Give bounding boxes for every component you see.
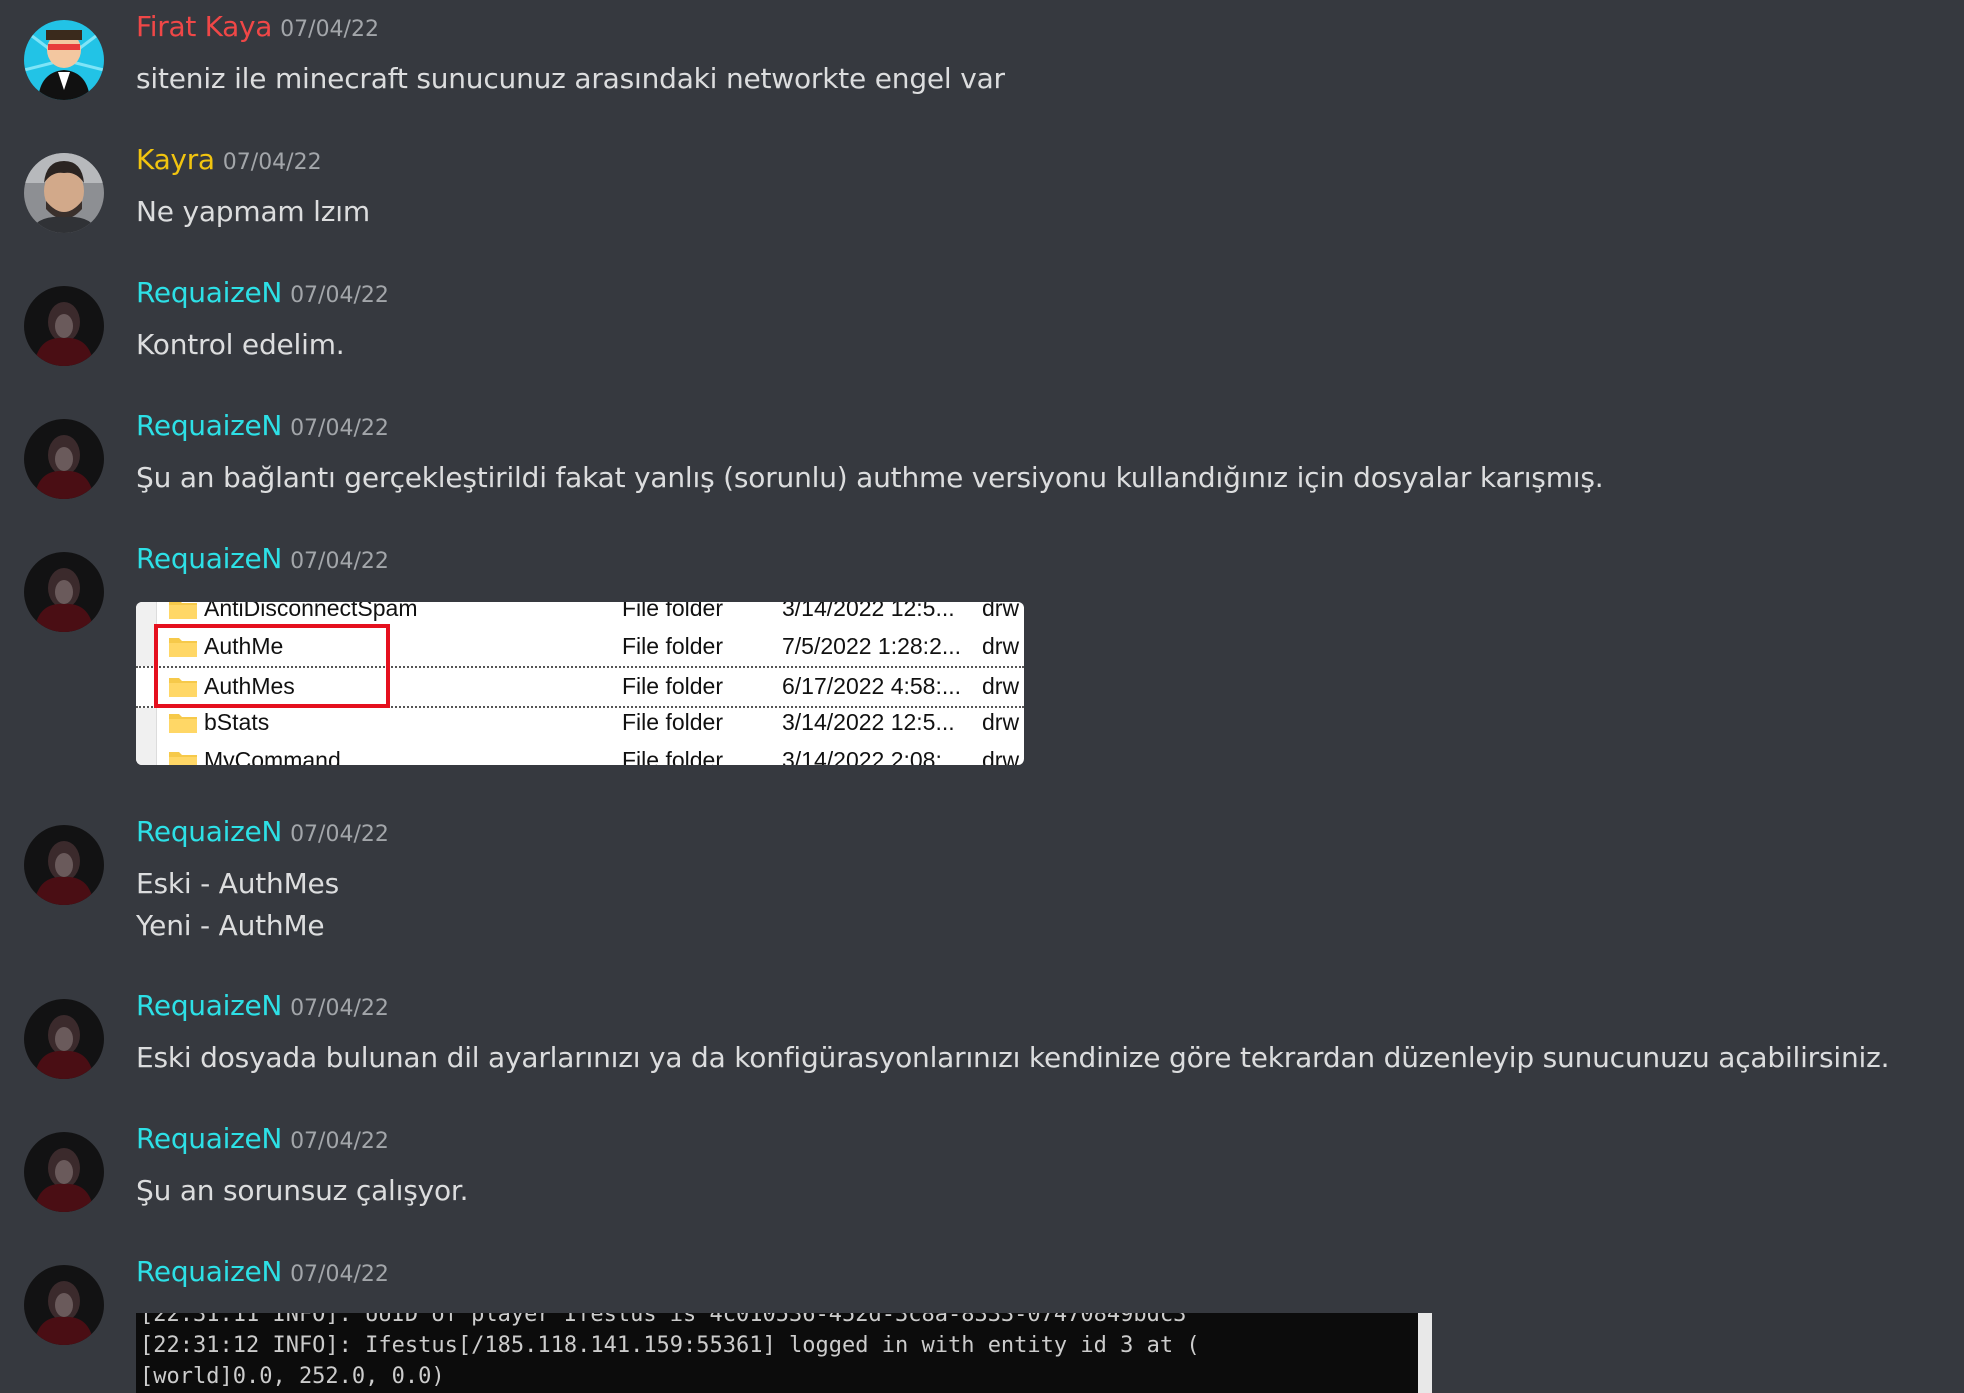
message-text: Eski dosyada bulunan dil ayarlarınızı ya… — [136, 1041, 1890, 1074]
highlight-box — [154, 624, 390, 708]
file-permissions: drw — [982, 709, 1020, 735]
avatar[interactable] — [24, 552, 104, 632]
file-permissions: drw — [982, 602, 1020, 621]
avatar[interactable] — [24, 999, 104, 1079]
message-line: Eski - AuthMes — [136, 867, 339, 900]
timestamp: 07/04/22 — [290, 549, 389, 574]
image-attachment-console[interactable]: [22:31:11 INFO]: UUID of player Ifestus … — [136, 1313, 1432, 1393]
avatar[interactable] — [24, 20, 104, 100]
file-type: File folder — [622, 747, 723, 765]
timestamp: 07/04/22 — [290, 1129, 389, 1154]
timestamp: 07/04/22 — [290, 996, 389, 1021]
timestamp: 07/04/22 — [290, 822, 389, 847]
file-date: 7/5/2022 1:28:2... — [782, 633, 962, 659]
message-text: Şu an bağlantı gerçekleştirildi fakat ya… — [136, 461, 1604, 494]
message-line: Yeni - AuthMe — [136, 909, 325, 942]
author-name[interactable]: Firat Kaya — [136, 10, 272, 43]
avatar[interactable] — [24, 1132, 104, 1212]
file-date: 3/14/2022 12:5... — [782, 602, 955, 621]
timestamp: 07/04/22 — [280, 17, 379, 42]
file-date: 3/14/2022 12:5... — [782, 709, 955, 735]
folder-icon — [169, 602, 197, 619]
file-permissions: drw — [982, 673, 1020, 699]
file-type: File folder — [622, 602, 723, 621]
message-text: Ne yapmam lzım — [136, 195, 370, 228]
console-line: [world]0.0, 252.0, 0.0) — [140, 1364, 445, 1389]
author-name[interactable]: RequaizeN — [136, 276, 282, 309]
avatar[interactable] — [24, 825, 104, 905]
file-permissions: drw — [982, 633, 1020, 659]
timestamp: 07/04/22 — [290, 1262, 389, 1287]
message-header: RequaizeN 07/04/22 — [136, 542, 389, 575]
author-name[interactable]: Kayra — [136, 143, 215, 176]
file-type: File folder — [622, 709, 723, 735]
author-name[interactable]: RequaizeN — [136, 1122, 282, 1155]
author-name[interactable]: RequaizeN — [136, 989, 282, 1022]
author-name[interactable]: RequaizeN — [136, 815, 282, 848]
file-name: MyCommand — [204, 747, 341, 765]
message-header: RequaizeN 07/04/22 — [136, 409, 389, 442]
message-text: Kontrol edelim. — [136, 328, 345, 361]
file-date: 3/14/2022 2:08:... — [782, 747, 962, 765]
file-permissions: drw — [982, 747, 1020, 765]
scrollbar — [1418, 1313, 1432, 1393]
message-header: RequaizeN 07/04/22 — [136, 989, 389, 1022]
message-text: Şu an sorunsuz çalışyor. — [136, 1174, 469, 1207]
message-header: RequaizeN 07/04/22 — [136, 815, 389, 848]
timestamp: 07/04/22 — [290, 283, 389, 308]
message-text: siteniz ile minecraft sunucunuz arasında… — [136, 62, 1005, 95]
message-header: Kayra 07/04/22 — [136, 143, 322, 176]
author-name[interactable]: RequaizeN — [136, 1255, 282, 1288]
folder-icon — [169, 752, 197, 765]
avatar[interactable] — [24, 153, 104, 233]
file-row: bStats File folder 3/14/2022 12:5... drw — [136, 704, 1024, 742]
avatar[interactable] — [24, 419, 104, 499]
file-type: File folder — [622, 673, 723, 699]
message-header: Firat Kaya 07/04/22 — [136, 10, 379, 43]
avatar[interactable] — [24, 286, 104, 366]
timestamp: 07/04/22 — [222, 150, 322, 175]
author-name[interactable]: RequaizeN — [136, 409, 282, 442]
file-type: File folder — [622, 633, 723, 659]
file-date: 6/17/2022 4:58:... — [782, 673, 962, 699]
message-header: RequaizeN 07/04/22 — [136, 1122, 389, 1155]
file-name: bStats — [204, 709, 270, 735]
console-line: [22:31:12 INFO]: Ifestus[/185.118.141.15… — [140, 1333, 1200, 1358]
avatar[interactable] — [24, 1265, 104, 1345]
message-text: Eski - AuthMes Yeni - AuthMe — [136, 863, 339, 947]
file-name: AntiDisconnectSpam — [204, 602, 418, 621]
image-attachment-file-explorer[interactable]: AntiDisconnectSpam File folder 3/14/2022… — [136, 602, 1024, 765]
file-row: MyCommand File folder 3/14/2022 2:08:...… — [136, 742, 1024, 765]
author-name[interactable]: RequaizeN — [136, 542, 282, 575]
timestamp: 07/04/22 — [290, 416, 389, 441]
message-header: RequaizeN 07/04/22 — [136, 276, 389, 309]
console-line: [22:31:11 INFO]: UUID of player Ifestus … — [140, 1313, 1187, 1327]
folder-icon — [169, 714, 197, 733]
message-header: RequaizeN 07/04/22 — [136, 1255, 389, 1288]
